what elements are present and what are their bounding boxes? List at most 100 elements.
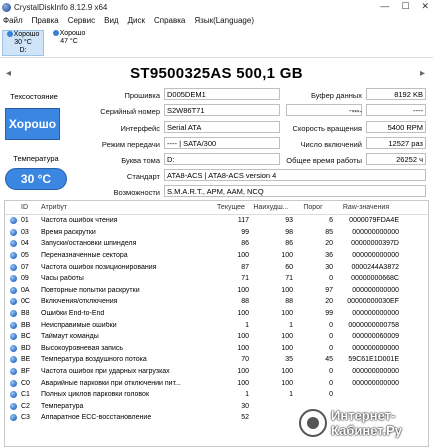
attr-name: Неисправимые ошибки xyxy=(41,321,117,329)
health-status-label: Техсостояние xyxy=(10,92,58,101)
attr-raw: 000000000000 xyxy=(352,344,399,352)
disk-tab-2[interactable]: Хорошо 47 °C xyxy=(48,30,90,56)
attr-id: BF xyxy=(21,368,30,376)
table-row[interactable]: B8 Ошибки End-to-End 100 100 99 000000000000 xyxy=(5,308,428,320)
header-id[interactable]: ID xyxy=(21,204,41,211)
attr-current: 100 xyxy=(237,379,249,387)
menu-file[interactable]: Файл xyxy=(3,16,23,25)
attr-name: Полных циклов парковки головок xyxy=(41,391,150,399)
attr-threshold: 20 xyxy=(325,240,333,248)
attr-id: B8 xyxy=(21,310,30,318)
disk-tab-temp: 30 °C xyxy=(14,39,32,46)
table-row[interactable]: BF Частота ошибок при ударных нагрузках 10… xyxy=(5,366,428,378)
attr-name: Часы работы xyxy=(41,275,84,283)
attr-id: BC xyxy=(21,333,31,341)
attr-threshold: 20 xyxy=(325,298,333,306)
menu-view[interactable]: Вид xyxy=(104,16,118,25)
status-dot-icon xyxy=(5,298,21,306)
table-row[interactable]: 05 Переназначенные сектора 100 100 36 0000000… xyxy=(5,250,428,262)
attr-threshold: 0 xyxy=(329,379,333,387)
attr-name: Высокоуровневая запись xyxy=(41,344,124,352)
table-row[interactable]: 01 Частота ошибок чтения 117 93 6 0000079FDA4… xyxy=(5,215,428,227)
attr-threshold: 36 xyxy=(325,252,333,260)
header-attribute[interactable]: Атрибут xyxy=(41,204,213,211)
attr-name: Частота ошибок позиционирования xyxy=(41,263,157,271)
maximize-button[interactable]: ☐ xyxy=(401,1,409,12)
attr-raw: 000000000000 xyxy=(352,310,399,318)
attr-raw: 0000000000758 xyxy=(348,321,399,329)
attr-name: Переназначенные сектора xyxy=(41,252,128,260)
attr-threshold: 99 xyxy=(325,310,333,318)
attr-raw: 00000000030EF xyxy=(347,298,399,306)
menu-language[interactable]: Язык(Language) xyxy=(194,16,254,25)
table-row[interactable]: BB Неисправимые ошибки 1 1 0 0000000000758 xyxy=(5,319,428,331)
status-dot-icon xyxy=(5,402,21,410)
model-row: ◂ ST9500325AS 500,1 GB ▸ xyxy=(0,62,433,84)
attr-current: 100 xyxy=(237,333,249,341)
table-row[interactable]: BD Высокоуровневая запись 100 100 0 000000000… xyxy=(5,343,428,355)
table-row[interactable]: 0C Включения/отключения 88 88 20 00000000030E… xyxy=(5,296,428,308)
header-threshold[interactable]: Порог xyxy=(293,204,333,211)
attr-current: 100 xyxy=(237,344,249,352)
attr-name: Запуски/остановки шпинделя xyxy=(41,240,137,248)
header-worst[interactable]: Наихудш... xyxy=(249,204,293,211)
attr-current: 100 xyxy=(237,252,249,260)
attr-current: 117 xyxy=(237,217,249,225)
status-dot-icon xyxy=(5,263,21,271)
header-raw[interactable]: Raw-значения xyxy=(333,204,403,211)
table-row[interactable]: C0 Аварийные парковки при отключении пит.… xyxy=(5,377,428,389)
table-row[interactable]: 0A Повторные попытки раскрутки 100 100 97 000… xyxy=(5,285,428,297)
disk-tab-letter: D: xyxy=(19,47,27,54)
attr-id: 04 xyxy=(21,240,29,248)
attr-name: Температура воздушного потока xyxy=(41,356,147,364)
features-label: Возможности xyxy=(113,188,160,197)
menu-edit[interactable]: Правка xyxy=(32,16,59,25)
temperature-label: Температура xyxy=(13,154,59,163)
table-row[interactable]: 07 Частота ошибок позиционирования 87 60 30 0… xyxy=(5,261,428,273)
status-dot-icon xyxy=(5,252,21,260)
attr-current: 100 xyxy=(237,310,249,318)
attr-current: 100 xyxy=(237,368,249,376)
table-row[interactable]: 09 Часы работы 71 71 0 00000000668C xyxy=(5,273,428,285)
minimize-button[interactable]: — xyxy=(380,1,389,12)
attr-current: 100 xyxy=(237,286,249,294)
next-disk-button[interactable]: ▸ xyxy=(420,68,425,79)
power-on-count-label: Число включений xyxy=(300,140,362,149)
health-status-button[interactable]: Хорошо xyxy=(5,108,60,140)
menu-service[interactable]: Сервис xyxy=(68,16,95,25)
header-current[interactable]: Текущее xyxy=(213,204,249,211)
attr-id: BD xyxy=(21,344,31,352)
rotation-speed-label: Скорость вращения xyxy=(292,124,362,133)
attr-current: 70 xyxy=(241,356,249,364)
table-row[interactable]: C1 Полных циклов парковки головок 1 1 0 xyxy=(5,389,428,401)
attr-worst: 100 xyxy=(281,368,293,376)
status-dot-icon xyxy=(5,228,21,236)
attr-id: 07 xyxy=(21,263,29,271)
standard-value: ATA8-ACS | ATA8-ACS version 4 xyxy=(164,169,426,181)
attr-id: 0A xyxy=(21,286,30,294)
close-button[interactable]: ✕ xyxy=(421,1,429,12)
table-row[interactable]: 03 Время раскрутки 99 98 85 000000000000 xyxy=(5,227,428,239)
attr-threshold: 45 xyxy=(325,356,333,364)
menu-disk[interactable]: Диск xyxy=(128,16,145,25)
table-row[interactable]: BC Таймаут команды 100 100 0 000000060009 xyxy=(5,331,428,343)
attr-current: 99 xyxy=(241,228,249,236)
transfer-mode-label: Режим передачи xyxy=(101,140,160,149)
attr-threshold: 0 xyxy=(329,275,333,283)
temperature-button[interactable]: 30 °C xyxy=(5,168,67,190)
attr-id: C3 xyxy=(21,414,30,422)
attr-worst: 88 xyxy=(285,298,293,306)
attr-worst: 1 xyxy=(289,391,293,399)
table-row[interactable]: BE Температура воздушного потока 70 35 45 59C… xyxy=(5,354,428,366)
disk-tab-1[interactable]: Хорошо 30 °C D: xyxy=(2,30,44,56)
attr-worst: 100 xyxy=(281,333,293,341)
menu-help[interactable]: Справка xyxy=(154,16,185,25)
attr-raw: 0000079FDA4E xyxy=(349,217,399,225)
attr-current: 30 xyxy=(241,402,249,410)
status-dot-icon xyxy=(5,240,21,248)
standard-label: Стандарт xyxy=(126,172,160,181)
table-row[interactable]: 04 Запуски/остановки шпинделя 86 86 20 000000… xyxy=(5,238,428,250)
attr-threshold: 0 xyxy=(329,333,333,341)
watermark: Интернет- Кабинет.Ру xyxy=(299,403,427,443)
attr-worst: 98 xyxy=(285,228,293,236)
